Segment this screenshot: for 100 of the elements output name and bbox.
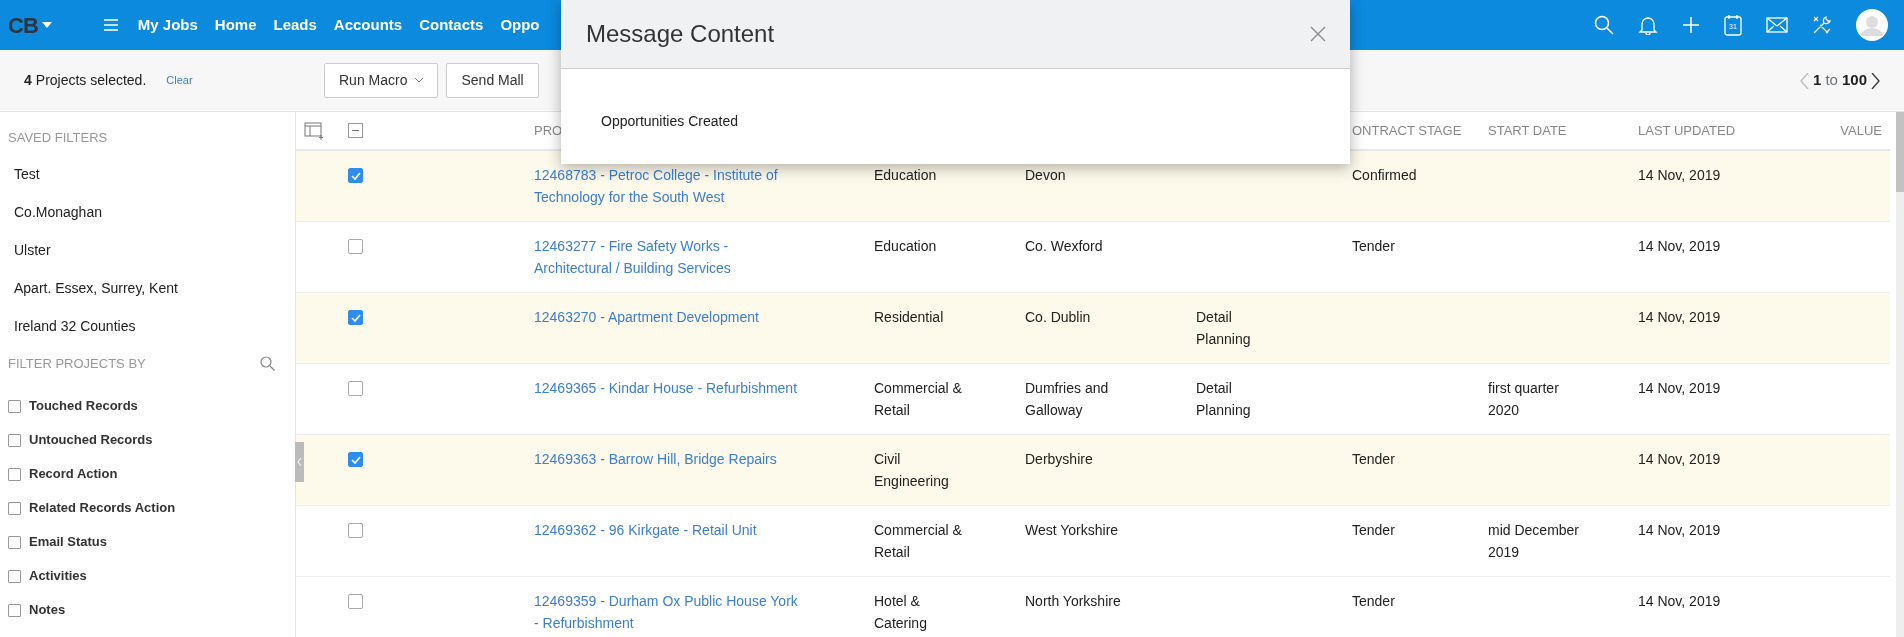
selection-text: Projects selected. [35, 71, 147, 90]
row-checkbox[interactable] [348, 522, 363, 538]
table-cell-text: West Yorkshire [1025, 520, 1119, 540]
filter-option[interactable]: Record Action [29, 464, 118, 484]
menu-icon[interactable] [103, 19, 118, 31]
column-header[interactable]: ONTRACT STAGE [1352, 122, 1462, 138]
table-cell-text: Tender [1352, 449, 1395, 469]
saved-filter[interactable]: Test [14, 165, 40, 182]
checkbox[interactable] [8, 433, 21, 447]
chevron-right-icon[interactable] [1871, 72, 1880, 89]
row-checkbox[interactable] [348, 593, 363, 609]
table-cell-text: Tender [1352, 236, 1395, 256]
logo[interactable]: CB [8, 8, 38, 42]
bell-icon[interactable] [1638, 15, 1658, 35]
plus-icon[interactable] [1682, 16, 1700, 34]
nav-link[interactable]: Leads [273, 13, 317, 37]
table-cell-text: Dumfries and Galloway [1025, 378, 1110, 420]
saved-filter[interactable]: Ireland 32 Counties [14, 317, 136, 334]
row-checkbox[interactable] [348, 309, 363, 325]
table-cell-text: Education [874, 236, 937, 256]
checkbox[interactable] [8, 467, 21, 481]
checkbox[interactable] [8, 501, 21, 515]
column-settings-icon[interactable] [304, 121, 324, 140]
filter-option[interactable]: Related Records Action [29, 498, 176, 518]
table-cell-text: Devon [1025, 166, 1066, 185]
chevron-down-icon [415, 78, 424, 83]
page-end: 100 [1841, 70, 1867, 91]
clear-link[interactable]: Clear [166, 72, 193, 89]
project-link[interactable]: 12469359 - Durham Ox Public House York - Refurbishment [534, 589, 804, 634]
table-cell-text: 14 Nov, 2019 [1638, 236, 1721, 256]
nav-link[interactable]: My Jobs [137, 13, 198, 37]
table-cell-text: Detail Planning [1196, 378, 1252, 420]
table-cell-text: North Yorkshire [1025, 591, 1121, 611]
filter-option[interactable]: Notes [29, 600, 66, 620]
table-cell-text: mid December 2019 [1488, 520, 1581, 562]
nav-link[interactable]: Accounts [333, 13, 403, 37]
toolbar-button[interactable]: Send Mall [446, 63, 539, 98]
checkbox[interactable] [8, 535, 21, 549]
select-all-checkbox[interactable] [348, 123, 363, 138]
table-cell-text: Tender [1352, 591, 1395, 611]
page-separator: to [1825, 70, 1838, 91]
dropdown-button[interactable]: Run Macro [324, 63, 439, 98]
table-cell-text: Hotel & Catering [874, 591, 928, 633]
modal-title: Message Content [586, 19, 775, 49]
mail-icon[interactable] [1766, 17, 1788, 33]
filter-option[interactable]: Untouched Records [29, 430, 153, 450]
scrollbar[interactable] [1896, 112, 1904, 637]
filter-option[interactable]: Email Status [29, 532, 108, 552]
row-checkbox[interactable] [348, 451, 363, 467]
table-cell-text: Commercial & Retail [874, 378, 963, 420]
table-cell-text: 14 Nov, 2019 [1638, 307, 1721, 327]
modal-message: Opportunities Created [601, 113, 738, 129]
checkbox[interactable] [8, 569, 21, 583]
column-header[interactable]: VALUE [1840, 122, 1882, 138]
selected-count: 4 [24, 71, 32, 90]
column-header[interactable]: LAST UPDATED [1638, 122, 1736, 138]
project-link[interactable]: 12469365 - Kindar House - Refurbishment [534, 376, 798, 399]
saved-filter[interactable]: Co.Monaghan [14, 203, 102, 220]
section-heading: SAVED FILTERS [7, 129, 109, 147]
search-icon[interactable] [1594, 15, 1614, 35]
row-checkbox[interactable] [348, 380, 363, 396]
nav-link[interactable]: Home [214, 13, 257, 37]
saved-filter[interactable]: Ulster [14, 241, 51, 258]
table-cell-text: Education [874, 166, 937, 185]
section-heading: FILTER PROJECTS BY [8, 354, 146, 373]
close-icon[interactable] [1310, 26, 1326, 42]
table-cell-text: Derbyshire [1025, 449, 1093, 469]
table-cell-text: Co. Wexford [1025, 236, 1103, 256]
checkbox[interactable] [8, 603, 21, 617]
table-cell-text: 14 Nov, 2019 [1638, 449, 1721, 469]
checkbox[interactable] [8, 399, 21, 413]
column-header[interactable]: PRO [534, 122, 563, 138]
chevron-left-icon[interactable] [1800, 72, 1810, 89]
table-cell-text: Civil Engineering [874, 449, 950, 491]
row-checkbox[interactable] [348, 238, 363, 254]
table-cell-text: 14 Nov, 2019 [1638, 378, 1721, 398]
page-start: 1 [1813, 70, 1822, 91]
project-link[interactable]: 12469362 - 96 Kirkgate - Retail Unit [534, 518, 757, 541]
nav-link[interactable]: Oppo [500, 13, 540, 37]
project-link[interactable]: 12463277 - Fire Safety Works - Architectural / Building Services [534, 234, 804, 279]
filter-option[interactable]: Touched Records [29, 396, 138, 416]
table-cell-text: Detail Planning [1196, 307, 1252, 349]
avatar-icon[interactable] [1856, 9, 1888, 41]
table-cell-text: first quarter 2020 [1488, 378, 1560, 420]
caret-icon[interactable] [41, 22, 52, 28]
table-cell-text: Confirmed [1352, 166, 1417, 185]
column-header[interactable]: START DATE [1488, 122, 1567, 138]
table-cell-text: Co. Dublin [1025, 307, 1091, 327]
table-cell-text: 14 Nov, 2019 [1638, 520, 1721, 540]
table-cell-text: 14 Nov, 2019 [1638, 591, 1721, 611]
table-cell-text: Tender [1352, 520, 1395, 540]
filter-option[interactable]: Activities [29, 566, 87, 586]
table-cell-text: Residential [874, 307, 944, 327]
row-checkbox[interactable] [348, 168, 363, 183]
table-cell-text: 14 Nov, 2019 [1638, 166, 1721, 185]
nav-link[interactable]: Contacts [419, 13, 484, 37]
saved-filter[interactable]: Apart. Essex, Surrey, Kent [14, 279, 178, 296]
search-icon[interactable] [260, 355, 275, 371]
tools-icon[interactable] [1812, 15, 1832, 35]
collapse-handle[interactable] [295, 442, 304, 482]
